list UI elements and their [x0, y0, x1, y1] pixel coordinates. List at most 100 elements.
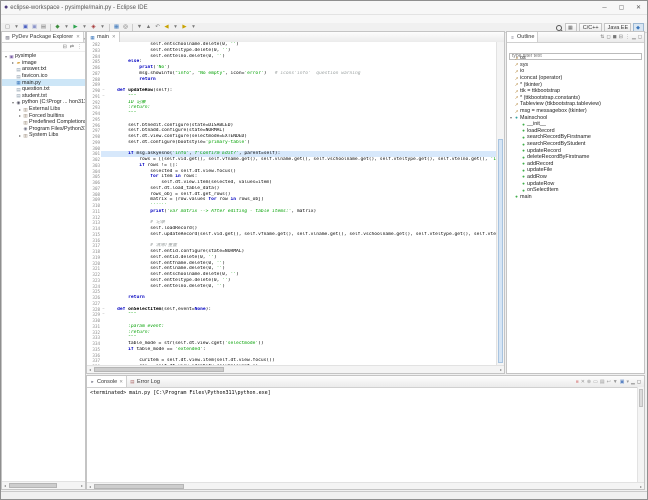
scrollbar-thumb[interactable] — [94, 483, 184, 489]
outline-item[interactable]: * (tkinter) — [507, 81, 644, 88]
expander-icon[interactable]: ▸ — [18, 107, 22, 112]
outline-item[interactable]: ttk = ttkbootstrap — [507, 88, 644, 95]
explorer-tab-bar: PyDev Package Explorer ✕ ▁◻ — [2, 32, 85, 43]
outline-item[interactable]: msg = messagebox (tkinter) — [507, 108, 644, 115]
tab-console[interactable]: Console ✕ — [87, 376, 127, 387]
minimize-button[interactable]: ─ — [596, 1, 613, 14]
hide-non-public-button[interactable]: ◼ — [613, 34, 617, 40]
pin-console-button[interactable]: ▼ — [613, 379, 618, 385]
remove-launch-button[interactable]: ✕ — [581, 379, 585, 385]
scroll-lock-button[interactable]: ▤ — [600, 379, 605, 385]
scroll-right-icon[interactable]: ▸ — [638, 484, 644, 489]
hide-fields-button[interactable]: ◻ — [606, 34, 610, 40]
scrollbar-thumb[interactable] — [94, 367, 224, 372]
minimize-button[interactable]: ▁ — [632, 34, 636, 40]
toolbar-icon[interactable] — [109, 24, 110, 31]
outline-item[interactable]: Tableview (ttkbootstrap.tableview) — [507, 101, 644, 108]
expander-icon[interactable]: ▾ — [509, 115, 513, 120]
outline-item[interactable]: onSelectItem — [507, 187, 644, 194]
scrollbar-thumb[interactable] — [639, 389, 643, 407]
link-with-editor-button[interactable]: ⇄ — [70, 44, 74, 50]
console-vertical-scrollbar[interactable] — [637, 387, 644, 483]
tab-error-log[interactable]: Error Log — [127, 376, 165, 387]
tab-pydev-package-explorer[interactable]: PyDev Package Explorer ✕ — [2, 32, 84, 42]
toolbar-icon[interactable] — [50, 24, 51, 31]
outline-item[interactable]: addRecord — [507, 161, 644, 168]
sort-button[interactable]: ⇅ — [600, 34, 604, 40]
outline-item[interactable]: searchRecordByStudent — [507, 141, 644, 148]
scrollbar-thumb[interactable] — [498, 139, 503, 363]
outline-item-icon — [514, 109, 519, 114]
expander-icon[interactable]: ▸ — [18, 113, 22, 118]
outline-item[interactable]: updateRecord — [507, 147, 644, 154]
console-toolbar: ■ ✕ ⊗ ▭ ▤ ↩ ▼ ▣ ▾ ▁ ◻ — [576, 376, 644, 387]
tree-item[interactable]: ▸ Forced builtins — [2, 112, 85, 119]
expander-icon[interactable]: ▾ — [11, 100, 15, 105]
toolbar-icon[interactable] — [132, 24, 133, 31]
collapse-all-button[interactable]: ⊟ — [619, 34, 623, 40]
outline-filter-input[interactable] — [509, 52, 642, 60]
open-console-button[interactable]: ▾ — [626, 379, 629, 385]
editor-vertical-scrollbar[interactable] — [496, 42, 504, 366]
tree-item[interactable]: main.py — [2, 79, 85, 86]
tab-outline[interactable]: Outline — [507, 32, 539, 42]
word-wrap-button[interactable]: ↩ — [607, 379, 611, 385]
outline-item[interactable]: addRow — [507, 174, 644, 181]
explorer-horizontal-scrollbar[interactable]: ◂ ▸ — [2, 481, 85, 489]
eclipse-window: ● eclipse-workspace - pysimple/main.py -… — [0, 0, 648, 500]
editor-horizontal-scrollbar[interactable]: ◂ ▸ — [87, 365, 504, 373]
tree-item[interactable]: ▸ image — [2, 60, 85, 67]
scrollbar-thumb[interactable] — [9, 483, 57, 488]
outline-item[interactable]: deleteRecordByFirstname — [507, 154, 644, 161]
outline-item[interactable]: iconcat (operator) — [507, 75, 644, 82]
tree-item-icon — [9, 54, 14, 59]
tab-main-py[interactable]: main ✕ — [87, 32, 120, 42]
tree-item[interactable]: ▾ pysimple — [2, 53, 85, 60]
maximize-button[interactable]: ◻ — [638, 34, 642, 40]
tree-item[interactable]: question.txt — [2, 86, 85, 93]
view-menu-button[interactable]: ⋮ — [625, 34, 630, 40]
tree-item[interactable]: favicon.ico — [2, 73, 85, 80]
quick-access-search-icon[interactable] — [556, 24, 563, 31]
close-tab-icon[interactable]: ✕ — [119, 379, 123, 385]
expander-icon[interactable]: ▸ — [18, 133, 22, 138]
tree-item[interactable]: Predefined Completions — [2, 119, 85, 126]
maximize-button[interactable]: ▢ — [613, 1, 630, 14]
outline-item[interactable]: * (ttkbootstrap.constants) — [507, 95, 644, 102]
expander-icon[interactable]: ▸ — [11, 60, 15, 65]
tree-item[interactable]: answer.txt — [2, 66, 85, 73]
tree-item[interactable]: ▸ External Libs — [2, 106, 85, 113]
outline-item[interactable]: ▾ Mainschool — [507, 114, 644, 121]
outline-item[interactable]: updateFile — [507, 167, 644, 174]
outline-item[interactable]: io — [507, 68, 644, 75]
scroll-right-icon[interactable]: ▸ — [79, 483, 85, 488]
console-horizontal-scrollbar[interactable]: ◂ ▸ — [87, 482, 644, 489]
close-tab-icon[interactable]: ✕ — [112, 34, 116, 40]
tree-item[interactable]: student.txt — [2, 93, 85, 100]
tree-item[interactable]: Program Files/Python311 — [2, 126, 85, 133]
view-menu-button[interactable]: ⋮ — [77, 44, 82, 50]
outline-item[interactable]: loadRecord — [507, 128, 644, 135]
outline-item[interactable]: __init__ — [507, 121, 644, 128]
tree-item[interactable]: ▸ System Libs — [2, 132, 85, 139]
close-tab-icon[interactable]: ✕ — [76, 34, 80, 40]
maximize-button[interactable]: ◻ — [637, 379, 641, 385]
collapse-all-button[interactable]: ⊟ — [63, 44, 67, 50]
eclipse-logo-icon: ● — [4, 4, 9, 11]
code-editor[interactable]: 282 self.entschoolname.delete(0, '') 283… — [87, 42, 497, 366]
outline-item[interactable]: main — [507, 193, 644, 200]
scroll-right-icon[interactable]: ▸ — [498, 367, 504, 372]
terminate-button[interactable]: ■ — [576, 379, 579, 385]
minimize-button[interactable]: ▁ — [631, 379, 635, 385]
outline-item[interactable]: searchRecordByFirstname — [507, 134, 644, 141]
close-button[interactable]: ✕ — [630, 1, 647, 14]
outline-item[interactable]: sys — [507, 62, 644, 69]
tree-item[interactable]: ▾ python (C:\Progr ... hon311\ — [2, 99, 85, 106]
display-console-button[interactable]: ▣ — [620, 379, 625, 385]
expander-icon[interactable]: ▾ — [4, 54, 8, 59]
outline-item-icon — [521, 155, 526, 160]
outline-item[interactable]: updateRow — [507, 180, 644, 187]
clear-console-button[interactable]: ▭ — [593, 379, 598, 385]
tree-item-icon — [16, 67, 21, 72]
remove-all-button[interactable]: ⊗ — [587, 379, 591, 385]
